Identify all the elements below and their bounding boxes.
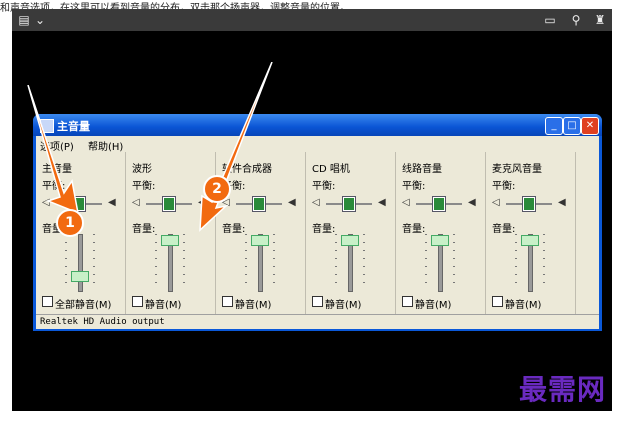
panel-title: CD 唱机 bbox=[312, 164, 350, 175]
mute-label: 静音(M) bbox=[235, 300, 272, 311]
menu-bar: 选项(P) 帮助(H) bbox=[36, 136, 599, 153]
status-text: Realtek HD Audio output bbox=[40, 317, 165, 327]
volume-thumb[interactable] bbox=[521, 234, 539, 246]
shirt-icon[interactable]: ♜ bbox=[592, 12, 608, 28]
mute-checkbox[interactable] bbox=[312, 296, 323, 307]
volume-label: 音量: bbox=[132, 224, 156, 235]
tick-marks bbox=[335, 234, 337, 290]
tick-marks bbox=[93, 234, 95, 290]
minimize-button[interactable]: _ bbox=[545, 117, 563, 135]
tick-marks bbox=[363, 234, 365, 290]
volume-label: 音量: bbox=[312, 224, 336, 235]
speaker-left-icon: ◁ bbox=[132, 197, 140, 208]
maximize-button[interactable]: □ bbox=[563, 117, 581, 135]
tick-marks bbox=[65, 234, 67, 290]
annotation-badge-1: 1 bbox=[56, 209, 84, 237]
volume-label: 音量: bbox=[402, 224, 426, 235]
speaker-right-icon: ◀ bbox=[468, 197, 476, 208]
balance-label: 平衡: bbox=[312, 181, 336, 192]
gallery-icon[interactable]: ▤ bbox=[16, 12, 32, 28]
speaker-left-icon: ◁ bbox=[492, 197, 500, 208]
annotation-badge-2: 2 bbox=[203, 175, 231, 203]
tick-marks bbox=[453, 234, 455, 290]
window-titlebar[interactable]: 主音量 _ □ ✕ bbox=[33, 114, 602, 136]
speaker-right-icon: ◀ bbox=[378, 197, 386, 208]
comment-icon[interactable]: ▭ bbox=[542, 12, 558, 28]
mute-checkbox[interactable] bbox=[492, 296, 503, 307]
tick-marks bbox=[155, 234, 157, 290]
volume-slider[interactable] bbox=[78, 234, 83, 292]
volume-label: 音量: bbox=[492, 224, 516, 235]
balance-thumb[interactable] bbox=[163, 197, 175, 211]
mute-label: 静音(M) bbox=[325, 300, 362, 311]
mute-checkbox[interactable] bbox=[42, 296, 53, 307]
balance-thumb[interactable] bbox=[523, 197, 535, 211]
mute-label: 全部静音(M) bbox=[55, 300, 112, 311]
speaker-left-icon: ◁ bbox=[312, 197, 320, 208]
mixer-panel: CD 唱机平衡: ◁ ◀ 音量: 静音(M) bbox=[306, 152, 396, 314]
volume-thumb[interactable] bbox=[161, 234, 179, 246]
speaker-right-icon: ◀ bbox=[558, 197, 566, 208]
annotation-arrow-2 bbox=[199, 62, 273, 232]
mute-checkbox[interactable] bbox=[222, 296, 233, 307]
mixer-panels: 主音量平衡:◁◀音量:全部静音(M)波形平衡:◁◀音量:静音(M)软件合成器平衡… bbox=[36, 152, 599, 314]
mute-label: 静音(M) bbox=[145, 300, 182, 311]
volume-thumb[interactable] bbox=[431, 234, 449, 246]
speaker-right-icon: ◀ bbox=[108, 197, 116, 208]
mixer-panel: 线路音量平衡: ◁ ◀ 音量: 静音(M) bbox=[396, 152, 486, 314]
balance-thumb[interactable] bbox=[433, 197, 445, 211]
speaker-left-icon: ◁ bbox=[402, 197, 410, 208]
watermark: 最需网 bbox=[518, 373, 606, 406]
volume-thumb[interactable] bbox=[71, 270, 89, 282]
speaker-right-icon: ◀ bbox=[288, 197, 296, 208]
volume-thumb[interactable] bbox=[251, 234, 269, 246]
tick-marks bbox=[273, 234, 275, 290]
tick-marks bbox=[425, 234, 427, 290]
panel-title: 麦克风音量 bbox=[492, 164, 542, 175]
menu-help[interactable]: 帮助(H) bbox=[88, 138, 123, 153]
close-button[interactable]: ✕ bbox=[581, 117, 599, 135]
annotation-arrow-1 bbox=[27, 85, 79, 215]
mute-checkbox[interactable] bbox=[132, 296, 143, 307]
balance-label: 平衡: bbox=[402, 181, 426, 192]
mute-label: 静音(M) bbox=[415, 300, 452, 311]
chevron-down-icon[interactable]: ⌄ bbox=[32, 12, 48, 28]
balance-thumb[interactable] bbox=[343, 197, 355, 211]
tick-marks bbox=[543, 234, 545, 290]
volume-thumb[interactable] bbox=[341, 234, 359, 246]
mute-checkbox[interactable] bbox=[402, 296, 413, 307]
mixer-panel: 麦克风音量平衡: ◁ ◀ 音量: 静音(M) bbox=[486, 152, 576, 314]
pin-icon[interactable]: ⚲ bbox=[568, 12, 584, 28]
tick-marks bbox=[515, 234, 517, 290]
volume-control-window: 主音量 _ □ ✕ 选项(P) 帮助(H) 主音量 平衡: ◁ ◀ 音量: 全部静音(M)… bbox=[33, 114, 602, 331]
status-bar: Realtek HD Audio output bbox=[36, 314, 599, 329]
panel-title: 波形 bbox=[132, 164, 152, 175]
panel-title: 线路音量 bbox=[402, 164, 442, 175]
tick-marks bbox=[245, 234, 247, 290]
balance-label: 平衡: bbox=[132, 181, 156, 192]
mute-label: 静音(M) bbox=[505, 300, 542, 311]
viewer-toolbar: ▤ ⌄ ▭ ⚲ ♜ bbox=[12, 9, 612, 31]
balance-label: 平衡: bbox=[492, 181, 516, 192]
tick-marks bbox=[183, 234, 185, 290]
